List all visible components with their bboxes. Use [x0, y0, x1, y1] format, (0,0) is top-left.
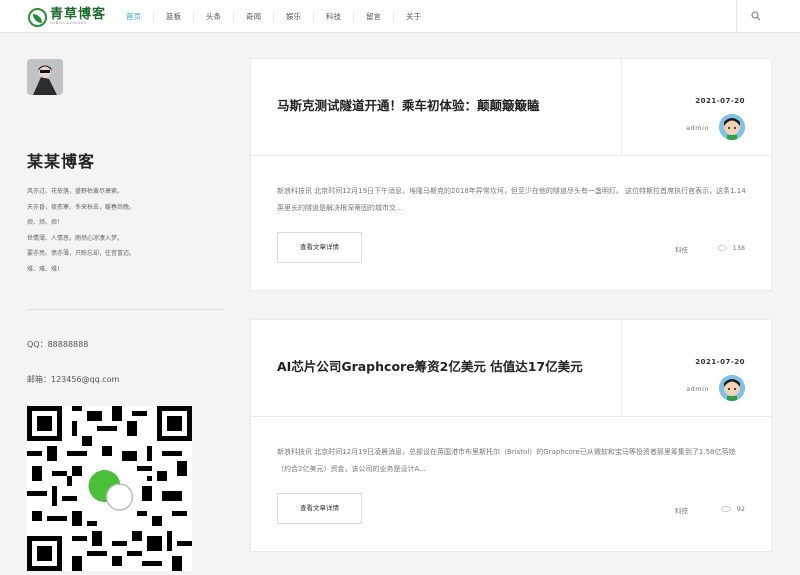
post-category[interactable]: 科技 — [675, 505, 688, 515]
wechat-qr-code — [27, 406, 192, 571]
nav-item-about[interactable]: 关于 — [393, 11, 433, 22]
avatar — [27, 59, 63, 95]
read-more-button[interactable]: 查看文章详情 — [277, 493, 362, 524]
view-count: 92 — [720, 505, 745, 513]
post-title[interactable]: AI芯片公司Graphcore筹资2亿美元 估值达17亿美元 — [277, 356, 583, 375]
author-avatar — [719, 114, 745, 140]
leaf-logo-icon — [28, 7, 47, 27]
search-button[interactable] — [736, 0, 800, 33]
motto-line: 要亦亮、债亦薄，只盼忘却，往昔冒迈。 — [27, 250, 136, 257]
nav-item-tech[interactable]: 科技 — [313, 11, 353, 22]
nav-item-home[interactable]: 首页 — [114, 12, 153, 22]
author-avatar — [719, 375, 745, 401]
post-author: admin — [686, 124, 709, 132]
qq-contact: QQ：88888888 — [27, 340, 89, 349]
motto-line: 世情薄、人情恶，雨然心凉凄入梦。 — [27, 234, 124, 242]
logo-subtext: QINGCAOGOKE — [50, 21, 88, 26]
post-author: admin — [686, 385, 709, 393]
nav-item-entertainment[interactable]: 娱乐 — [273, 11, 313, 22]
post-card: AI芯片公司Graphcore筹资2亿美元 估值达17亿美元 2021-07-2… — [250, 319, 772, 552]
post-card: 马斯克测试隧道开通！乘车初体验：颠颠簸簸瞌 2021-07-20 admin 新… — [250, 58, 772, 291]
site-title: 某某博客 — [27, 152, 96, 171]
sidebar-divider — [27, 309, 223, 310]
eye-icon — [716, 245, 727, 251]
site-motto: 风亦过、花依落，盛野枯黄尽萧索。 天亦昏，夜愈寒，冬来秋去，暖春尚晚。 烦、烦、… — [27, 184, 135, 277]
view-count-number: 138 — [732, 244, 745, 252]
view-count-number: 92 — [736, 505, 745, 513]
nav-item-guestbook[interactable]: 留言 — [353, 11, 393, 22]
search-icon — [751, 11, 761, 21]
post-category[interactable]: 科技 — [675, 244, 688, 254]
eye-icon — [720, 506, 731, 512]
site-logo[interactable]: 青草博客 QINGCAOGOKE — [28, 6, 106, 28]
motto-line: 难、难、难！ — [27, 265, 64, 273]
main-nav: 首页 篮板 头条 奇闻 娱乐 科技 留言 关于 — [114, 0, 433, 33]
nav-item-basketball[interactable]: 篮板 — [153, 11, 193, 22]
post-date: 2021-07-20 — [695, 97, 745, 105]
post-excerpt: 新浪科技讯 北京时间12月19日凌晨消息，总部设在英国港市布里斯托尔（Brist… — [277, 448, 736, 473]
top-navbar: 青草博客 QINGCAOGOKE 首页 篮板 头条 奇闻 娱乐 科技 留言 关于 — [0, 0, 800, 33]
view-count: 138 — [716, 244, 745, 252]
motto-line: 烦、烦、烦！ — [27, 219, 64, 226]
nav-item-headlines[interactable]: 头条 — [193, 11, 233, 22]
sidebar: 某某博客 风亦过、花依落，盛野枯黄尽萧索。 天亦昏，夜愈寒，冬来秋去，暖春尚晚。… — [0, 34, 240, 571]
email-contact: 邮箱：123456@qq.com — [27, 375, 120, 384]
nav-item-oddities[interactable]: 奇闻 — [233, 11, 273, 22]
post-excerpt: 新浪科技讯 北京时间12月19日下午消息，埃隆马斯克的2018年异常坎坷，但至少… — [277, 187, 746, 212]
logo-text: 青草博客 — [50, 7, 107, 23]
post-title[interactable]: 马斯克测试隧道开通！乘车初体验：颠颠簸簸瞌 — [277, 95, 540, 114]
motto-line: 风亦过、花依落，盛野枯黄尽萧索。 — [27, 188, 124, 195]
read-more-button[interactable]: 查看文章详情 — [277, 232, 362, 263]
motto-line: 天亦昏，夜愈寒，冬来秋去，暖春尚晚。 — [27, 203, 136, 211]
post-date: 2021-07-20 — [695, 358, 745, 366]
